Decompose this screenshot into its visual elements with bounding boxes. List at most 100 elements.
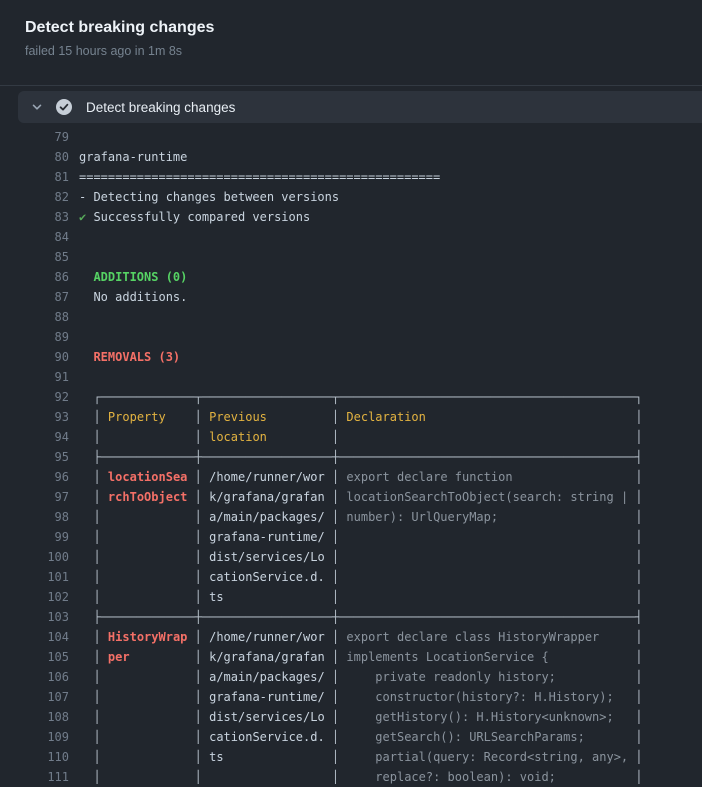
check-circle-icon [56, 99, 72, 115]
log-line: 96 │ locationSea │ /home/runner/wor │ ex… [0, 467, 702, 487]
log-line: 91 [0, 367, 702, 387]
log-line-content: │ │ a/main/packages/ │ private readonly … [79, 670, 643, 684]
log-line-number[interactable]: 93 [0, 407, 69, 427]
log-line-content: ========================================… [79, 170, 440, 184]
log-line-number[interactable]: 96 [0, 467, 69, 487]
log-line-number[interactable]: 104 [0, 627, 69, 647]
log-line: 86 ADDITIONS (0) [0, 267, 702, 287]
log-line-number[interactable]: 91 [0, 367, 69, 387]
log-line: 81 ======================================… [0, 167, 702, 187]
log-line-content: grafana-runtime [79, 150, 187, 164]
log-line-content: │ │ │ replace?: boolean): void; │ [79, 770, 643, 784]
log-line-content: │ Property │ Previous │ Declaration │ [79, 410, 643, 424]
log-line: 104 │ HistoryWrap │ /home/runner/wor │ e… [0, 627, 702, 647]
step-title: Detect breaking changes [86, 100, 235, 115]
log-line: 83 ✔ Successfully compared versions [0, 207, 702, 227]
log-line: 111 │ │ │ replace?: boolean): void; │ [0, 767, 702, 787]
log-line: 93 │ Property │ Previous │ Declaration │ [0, 407, 702, 427]
log-line-content: │ │ grafana-runtime/ │ │ [79, 530, 643, 544]
log-line: 98 │ │ a/main/packages/ │ number): UrlQu… [0, 507, 702, 527]
log-line: 92 ┌─────────────┬──────────────────┬───… [0, 387, 702, 407]
log-line-content: │ │ location │ │ [79, 430, 643, 444]
log-line-content: │ │ dist/services/Lo │ │ [79, 550, 643, 564]
log-line: 99 │ │ grafana-runtime/ │ │ [0, 527, 702, 547]
log-line-content: │ │ grafana-runtime/ │ constructor(histo… [79, 690, 643, 704]
log-line-content: │ │ ts │ │ [79, 590, 643, 604]
log-line: 80 grafana-runtime [0, 147, 702, 167]
log-line: 85 [0, 247, 702, 267]
log-line-number[interactable]: 99 [0, 527, 69, 547]
log-line-content: │ │ cationService.d. │ getSearch(): URLS… [79, 730, 643, 744]
log-line: 89 [0, 327, 702, 347]
log-line-number[interactable]: 102 [0, 587, 69, 607]
log-line-content: │ │ cationService.d. │ │ [79, 570, 643, 584]
log-line-content: No additions. [79, 290, 187, 304]
log-line-number[interactable]: 80 [0, 147, 69, 167]
log-line-content: │ │ dist/services/Lo │ getHistory(): H.H… [79, 710, 643, 724]
log-line-content: │ locationSea │ /home/runner/wor │ expor… [79, 470, 643, 484]
log-line-number[interactable]: 101 [0, 567, 69, 587]
log-line: 103 ├─────────────┼──────────────────┼──… [0, 607, 702, 627]
log-line-number[interactable]: 100 [0, 547, 69, 567]
log-line: 79 [0, 127, 702, 147]
log-line-number[interactable]: 108 [0, 707, 69, 727]
log-line-content: ├─────────────┼──────────────────┼──────… [79, 610, 643, 624]
log-line-number[interactable]: 88 [0, 307, 69, 327]
log-line-content: │ HistoryWrap │ /home/runner/wor │ expor… [79, 630, 643, 644]
log-line-number[interactable]: 86 [0, 267, 69, 287]
log-line-content: - Detecting changes between versions [79, 190, 339, 204]
log-line-number[interactable]: 92 [0, 387, 69, 407]
log-line: 97 │ rchToObject │ k/grafana/grafan │ lo… [0, 487, 702, 507]
log-lines: 7980 grafana-runtime 81 ===================… [0, 123, 702, 787]
log-line-content: ✔ Successfully compared versions [79, 210, 310, 224]
log-line-number[interactable]: 85 [0, 247, 69, 267]
job-header: Detect breaking changes failed 15 hours … [0, 0, 702, 86]
log-line: 109 │ │ cationService.d. │ getSearch(): … [0, 727, 702, 747]
log-line-number[interactable]: 98 [0, 507, 69, 527]
log-line-number[interactable]: 83 [0, 207, 69, 227]
log-line-number[interactable]: 106 [0, 667, 69, 687]
log-line: 105 │ per │ k/grafana/grafan │ implement… [0, 647, 702, 667]
log-line-number[interactable]: 95 [0, 447, 69, 467]
step-header[interactable]: Detect breaking changes [18, 91, 702, 123]
log-line-content: ├─────────────┼──────────────────┼──────… [79, 450, 643, 464]
log-line-number[interactable]: 87 [0, 287, 69, 307]
log-line-number[interactable]: 90 [0, 347, 69, 367]
log-line: 102 │ │ ts │ │ [0, 587, 702, 607]
log-line-number[interactable]: 97 [0, 487, 69, 507]
log-line-number[interactable]: 79 [0, 127, 69, 147]
log-line-number[interactable]: 82 [0, 187, 69, 207]
log-line-content: REMOVALS (3) [79, 350, 180, 364]
log-line-number[interactable]: 105 [0, 647, 69, 667]
log-line: 110 │ │ ts │ partial(query: Record<strin… [0, 747, 702, 767]
log-line: 95 ├─────────────┼──────────────────┼───… [0, 447, 702, 467]
log-line-number[interactable]: 103 [0, 607, 69, 627]
log-line-number[interactable]: 109 [0, 727, 69, 747]
log-line-content: │ │ ts │ partial(query: Record<string, a… [79, 750, 643, 764]
log-line: 94 │ │ location │ │ [0, 427, 702, 447]
log-line-number[interactable]: 84 [0, 227, 69, 247]
log-line-number[interactable]: 94 [0, 427, 69, 447]
log-line: 100 │ │ dist/services/Lo │ │ [0, 547, 702, 567]
log-line-number[interactable]: 110 [0, 747, 69, 767]
log-line-content: │ rchToObject │ k/grafana/grafan │ locat… [79, 490, 643, 504]
page-title: Detect breaking changes [25, 17, 677, 39]
log-line: 88 [0, 307, 702, 327]
log-line-number[interactable]: 111 [0, 767, 69, 787]
log-line-number[interactable]: 81 [0, 167, 69, 187]
log-line-content: ┌─────────────┬──────────────────┬──────… [79, 390, 643, 404]
log-line-number[interactable]: 107 [0, 687, 69, 707]
log-line: 107 │ │ grafana-runtime/ │ constructor(h… [0, 687, 702, 707]
chevron-down-icon[interactable] [30, 100, 44, 114]
log-line: 90 REMOVALS (3) [0, 347, 702, 367]
log-line: 84 [0, 227, 702, 247]
log-line: 106 │ │ a/main/packages/ │ private reado… [0, 667, 702, 687]
log-line: 101 │ │ cationService.d. │ │ [0, 567, 702, 587]
log-line-number[interactable]: 89 [0, 327, 69, 347]
job-status-line: failed 15 hours ago in 1m 8s [25, 43, 677, 59]
log-line-content: │ │ a/main/packages/ │ number): UrlQuery… [79, 510, 643, 524]
log-line: 82 - Detecting changes between versions [0, 187, 702, 207]
log-line: 87 No additions. [0, 287, 702, 307]
log-line-content: ADDITIONS (0) [79, 270, 187, 284]
log-line-content: │ per │ k/grafana/grafan │ implements Lo… [79, 650, 643, 664]
